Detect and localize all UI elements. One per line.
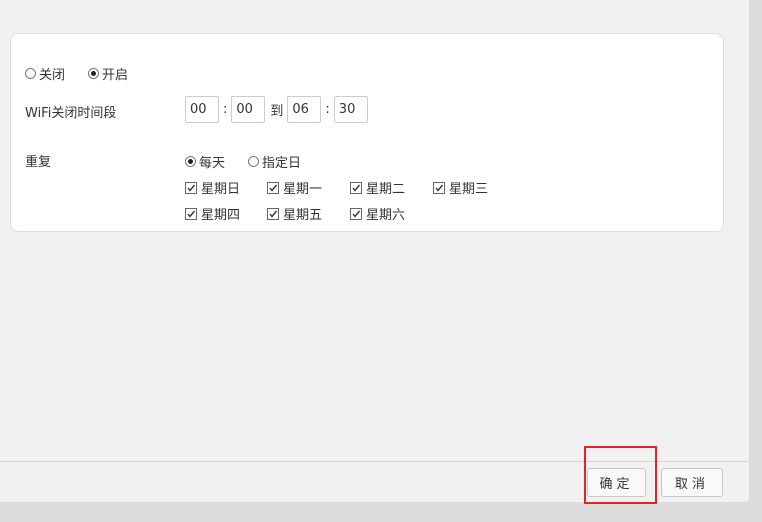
end-minute-input[interactable] bbox=[333, 96, 368, 123]
day-monday-option[interactable]: 星期一 bbox=[267, 178, 322, 197]
end-colon: : bbox=[325, 102, 330, 117]
mode-off-label: 关闭 bbox=[39, 68, 66, 83]
day-wednesday-option[interactable]: 星期三 bbox=[433, 178, 488, 197]
to-label: 到 bbox=[270, 104, 284, 119]
repeat-daily-label: 每天 bbox=[199, 156, 226, 171]
cancel-button[interactable]: 取消 bbox=[661, 468, 723, 497]
repeat-label: 重复 bbox=[25, 155, 52, 170]
check-icon bbox=[435, 184, 444, 192]
start-minute-input[interactable] bbox=[231, 96, 266, 123]
day-monday-checkbox[interactable] bbox=[267, 181, 279, 194]
day-sunday-checkbox[interactable] bbox=[185, 181, 197, 194]
mode-on-label: 开启 bbox=[102, 68, 129, 83]
day-tuesday-checkbox[interactable] bbox=[350, 181, 362, 194]
end-hour-input[interactable] bbox=[287, 96, 322, 123]
day-wednesday-checkbox[interactable] bbox=[433, 181, 445, 194]
day-sunday-label: 星期日 bbox=[201, 182, 241, 197]
day-sunday-option[interactable]: 星期日 bbox=[185, 178, 240, 197]
check-icon bbox=[352, 210, 361, 218]
day-tuesday-option[interactable]: 星期二 bbox=[350, 178, 405, 197]
repeat-custom-option[interactable]: 指定日 bbox=[248, 152, 301, 171]
repeat-custom-radio[interactable] bbox=[248, 156, 260, 167]
mode-radio-group: 关闭 开启 bbox=[25, 64, 128, 83]
period-label: WiFi关闭时间段 bbox=[25, 106, 117, 121]
check-icon bbox=[269, 210, 278, 218]
day-thursday-option[interactable]: 星期四 bbox=[185, 204, 240, 223]
start-colon: : bbox=[223, 102, 228, 117]
day-thursday-checkbox[interactable] bbox=[185, 207, 197, 220]
day-wednesday-label: 星期三 bbox=[449, 182, 489, 197]
check-icon bbox=[187, 184, 196, 192]
repeat-daily-radio[interactable] bbox=[185, 156, 196, 167]
wifi-schedule-card: 关闭 开启 WiFi关闭时间段 : 到 : 重复 每天 bbox=[10, 33, 724, 232]
repeat-custom-label: 指定日 bbox=[262, 156, 302, 171]
check-icon bbox=[269, 184, 278, 192]
day-saturday-label: 星期六 bbox=[366, 208, 406, 223]
period-time-range: : 到 : bbox=[185, 96, 368, 123]
check-icon bbox=[187, 210, 196, 218]
footer-divider bbox=[0, 461, 749, 462]
repeat-daily-option[interactable]: 每天 bbox=[185, 152, 225, 171]
mode-off-option[interactable]: 关闭 bbox=[25, 64, 65, 83]
mode-on-radio[interactable] bbox=[88, 68, 100, 79]
check-icon bbox=[352, 184, 361, 192]
day-thursday-label: 星期四 bbox=[201, 208, 241, 223]
day-saturday-checkbox[interactable] bbox=[350, 207, 362, 220]
day-friday-checkbox[interactable] bbox=[267, 207, 279, 220]
mode-on-option[interactable]: 开启 bbox=[88, 64, 128, 83]
mode-off-radio[interactable] bbox=[25, 68, 36, 79]
confirm-button[interactable]: 确定 bbox=[587, 468, 646, 497]
day-tuesday-label: 星期二 bbox=[366, 182, 406, 197]
day-saturday-option[interactable]: 星期六 bbox=[350, 204, 405, 223]
settings-panel: 关闭 开启 WiFi关闭时间段 : 到 : 重复 每天 bbox=[0, 0, 749, 502]
day-monday-label: 星期一 bbox=[283, 182, 323, 197]
repeat-radio-group: 每天 指定日 bbox=[185, 152, 301, 171]
day-friday-label: 星期五 bbox=[283, 208, 323, 223]
day-friday-option[interactable]: 星期五 bbox=[267, 204, 322, 223]
start-hour-input[interactable] bbox=[185, 96, 219, 123]
